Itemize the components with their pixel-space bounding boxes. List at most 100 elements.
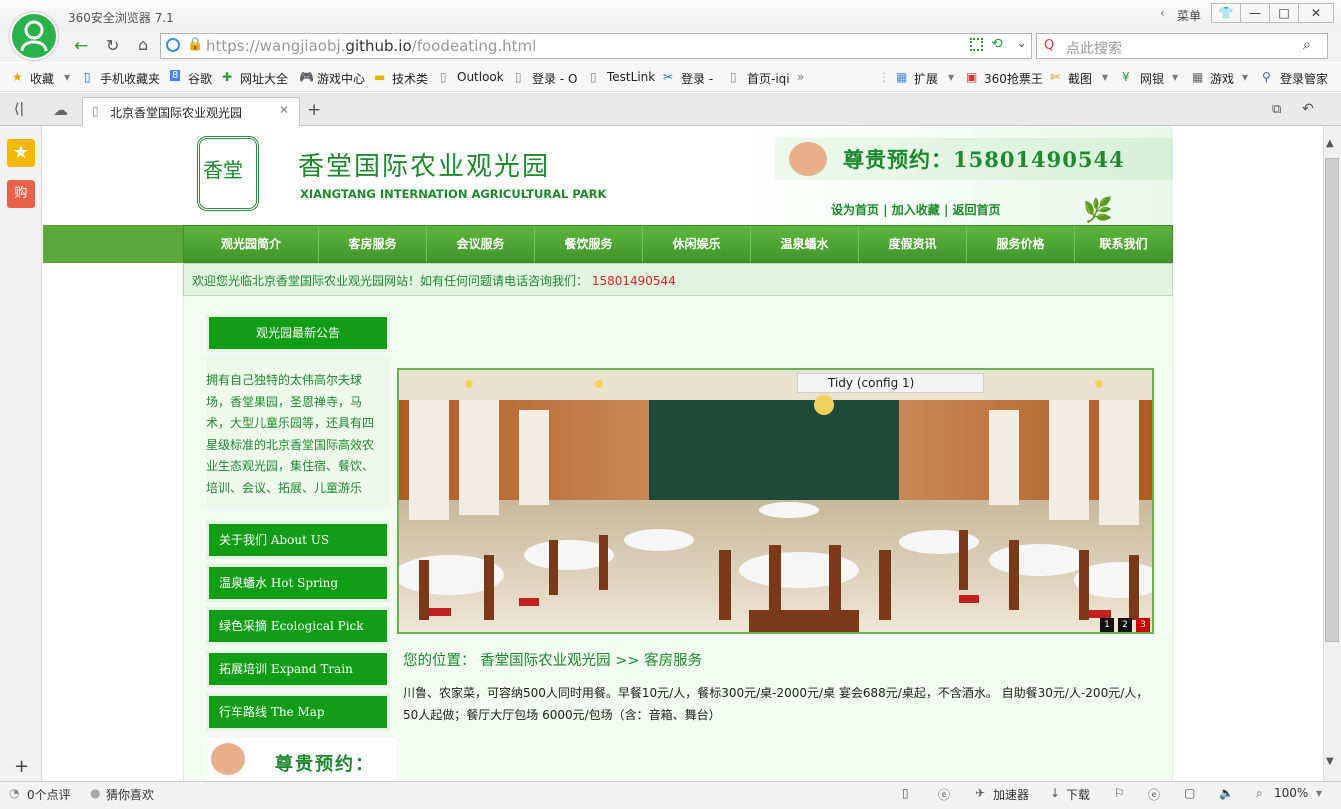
nav-item-dining[interactable]: 餐饮服务 — [535, 226, 643, 262]
download-icon: ↓ — [1050, 786, 1061, 800]
favorites-star-icon[interactable]: ★ — [7, 139, 35, 167]
skin-icon[interactable]: 👕 — [1211, 3, 1241, 23]
chevron-down-icon[interactable]: ▾ — [1102, 70, 1108, 84]
close-tab-icon[interactable]: ✕ — [279, 103, 289, 117]
scroll-down-icon[interactable]: ▼ — [1326, 756, 1334, 767]
bookmark-login[interactable]: 登录 - — [681, 70, 713, 87]
expand-train-button[interactable]: 拓展培训 Expand Train — [206, 650, 390, 688]
tool-games[interactable]: 游戏 — [1210, 70, 1234, 87]
comment-icon: ◔ — [9, 786, 20, 800]
hot-spring-button[interactable]: 温泉蟠水 Hot Spring — [206, 564, 390, 602]
tab-list-icon[interactable]: ⧉ — [1272, 102, 1281, 117]
browser-mode-icon[interactable]: ⓔ — [1148, 786, 1160, 803]
maximize-button[interactable]: □ — [1269, 3, 1299, 23]
nav-item-intro[interactable]: 观光园简介 — [184, 226, 319, 262]
search-placeholder: 点此搜索 — [1066, 41, 1122, 57]
bookmark-games[interactable]: 游戏中心 — [317, 70, 365, 87]
chevron-down-icon[interactable]: ▾ — [64, 70, 70, 84]
slider-dot-1[interactable]: 1 — [1100, 618, 1114, 632]
new-tab-icon[interactable]: + — [307, 100, 321, 120]
search-engine-icon[interactable]: Q — [1044, 38, 1054, 53]
set-homepage-link[interactable]: 设为首页 — [831, 203, 879, 217]
cloud-icon[interactable]: ☁ — [53, 101, 68, 119]
page-icon: ▯ — [730, 70, 737, 84]
slider-dot-2[interactable]: 2 — [1118, 618, 1132, 632]
chevron-down-icon[interactable]: ⌄ — [1016, 36, 1027, 51]
add-favorite-link[interactable]: 加入收藏 — [892, 203, 940, 217]
ecological-pick-button[interactable]: 绿色采摘 Ecological Pick — [206, 607, 390, 645]
accelerator-button[interactable]: 加速器 — [993, 786, 1029, 803]
search-icon[interactable]: ⌕ — [1303, 37, 1311, 53]
shopping-icon[interactable]: 购 — [7, 180, 35, 208]
url-text[interactable]: https://wangjiaobj.github.io/foodeating.… — [206, 37, 536, 55]
more-bookmarks-icon[interactable]: » — [797, 70, 804, 84]
scrollbar-thumb[interactable] — [1325, 158, 1339, 642]
bookmark-sites[interactable]: 网址大全 — [240, 70, 288, 87]
download-button[interactable]: 下载 — [1066, 786, 1090, 803]
tool-bank[interactable]: 网银 — [1140, 70, 1164, 87]
bookmark-login-o[interactable]: 登录 - O — [532, 70, 577, 87]
tool-ticket[interactable]: 360抢票王 — [984, 70, 1043, 87]
nav-item-leisure[interactable]: 休闲娱乐 — [643, 226, 751, 262]
notice-title[interactable]: 观光园最新公告 — [206, 314, 390, 352]
undo-close-icon[interactable]: ↶ — [1302, 101, 1314, 117]
chevron-down-icon[interactable]: ▾ — [1242, 70, 1248, 84]
tool-screenshot[interactable]: 截图 — [1068, 70, 1092, 87]
top-links: 设为首页 | 加入收藏 | 返回首页 — [831, 203, 1001, 217]
tool-extensions[interactable]: 扩展 — [914, 70, 938, 87]
bookmark-tech[interactable]: 技术类 — [392, 70, 428, 87]
main-nav: 观光园简介 客房服务 会议服务 餐饮服务 休闲娱乐 温泉蟠水 度假资讯 服务价格… — [183, 225, 1173, 263]
tool-login-manager[interactable]: 登录管家 — [1280, 70, 1328, 87]
browser-title-bar — [0, 0, 1341, 31]
scroll-up-icon[interactable]: ▲ — [1326, 138, 1334, 149]
bank-icon: ¥ — [1122, 70, 1130, 84]
chevron-down-icon[interactable]: ▾ — [1316, 786, 1322, 800]
about-us-button[interactable]: 关于我们 About US — [206, 521, 390, 559]
nav-item-news[interactable]: 度假资讯 — [859, 226, 967, 262]
side-panel — [0, 126, 42, 782]
nav-item-prices[interactable]: 服务价格 — [967, 226, 1075, 262]
return-home-link[interactable]: 返回首页 — [953, 203, 1001, 217]
bookmark-iqiyi[interactable]: 首页-iqi — [747, 70, 790, 87]
slider-dot-3[interactable]: 3 — [1136, 618, 1150, 632]
the-map-button[interactable]: 行车路线 The Map — [206, 693, 390, 731]
mobile-icon[interactable]: ▯ — [902, 786, 909, 800]
close-button[interactable]: ✕ — [1298, 3, 1334, 23]
bookmark-outlook[interactable]: Outlook — [457, 70, 504, 84]
qr-code-icon[interactable] — [970, 38, 983, 51]
folder-icon: ▬ — [374, 70, 386, 84]
guess-you-like[interactable]: 猜你喜欢 — [106, 786, 154, 803]
site-logo[interactable]: 香堂 — [197, 136, 259, 211]
reload-icon[interactable]: ↻ — [106, 36, 119, 55]
minimize-button[interactable]: — — [1240, 3, 1270, 23]
site-info-icon[interactable] — [166, 38, 180, 52]
chevron-left-icon[interactable]: ‹ — [1160, 6, 1165, 20]
window-icon[interactable]: ▢ — [1184, 786, 1195, 800]
bookmark-google[interactable]: 谷歌 — [188, 70, 212, 87]
nav-item-rooms[interactable]: 客房服务 — [319, 226, 427, 262]
chevron-down-icon[interactable]: ▾ — [948, 70, 954, 84]
bookmark-favorites[interactable]: 收藏 — [30, 70, 54, 87]
logo-text: 香堂 — [203, 158, 243, 182]
chevron-down-icon[interactable]: ▾ — [1172, 70, 1178, 84]
back-icon[interactable]: ← — [74, 36, 88, 56]
nav-item-meeting[interactable]: 会议服务 — [427, 226, 535, 262]
zoom-level[interactable]: 100% — [1274, 786, 1308, 800]
site-title-cn: 香堂国际农业观光园 — [298, 152, 551, 182]
nav-item-spring[interactable]: 温泉蟠水 — [751, 226, 859, 262]
comments-count[interactable]: 0个点评 — [27, 786, 71, 803]
zoom-icon: ⌕ — [1256, 786, 1263, 800]
menu-button[interactable]: 菜单 — [1177, 7, 1201, 24]
volume-icon[interactable]: 🔈 — [1219, 786, 1234, 800]
compat-mode-icon[interactable]: ⟲ — [991, 36, 1003, 52]
add-panel-icon[interactable]: + — [14, 756, 29, 777]
dining-hall-image — [399, 370, 1152, 632]
bookmark-mobile[interactable]: 手机收藏夹 — [100, 70, 160, 87]
user-avatar[interactable] — [10, 12, 58, 60]
nav-item-contact[interactable]: 联系我们 — [1075, 226, 1172, 262]
bookmark-testlink[interactable]: TestLink — [607, 70, 655, 84]
ie-icon[interactable]: ⓔ — [938, 786, 950, 803]
home-icon[interactable]: ⌂ — [138, 35, 148, 54]
flag-icon[interactable]: ⚐ — [1114, 786, 1125, 800]
sidebar-toggle-icon[interactable]: ⟨| — [14, 101, 24, 117]
